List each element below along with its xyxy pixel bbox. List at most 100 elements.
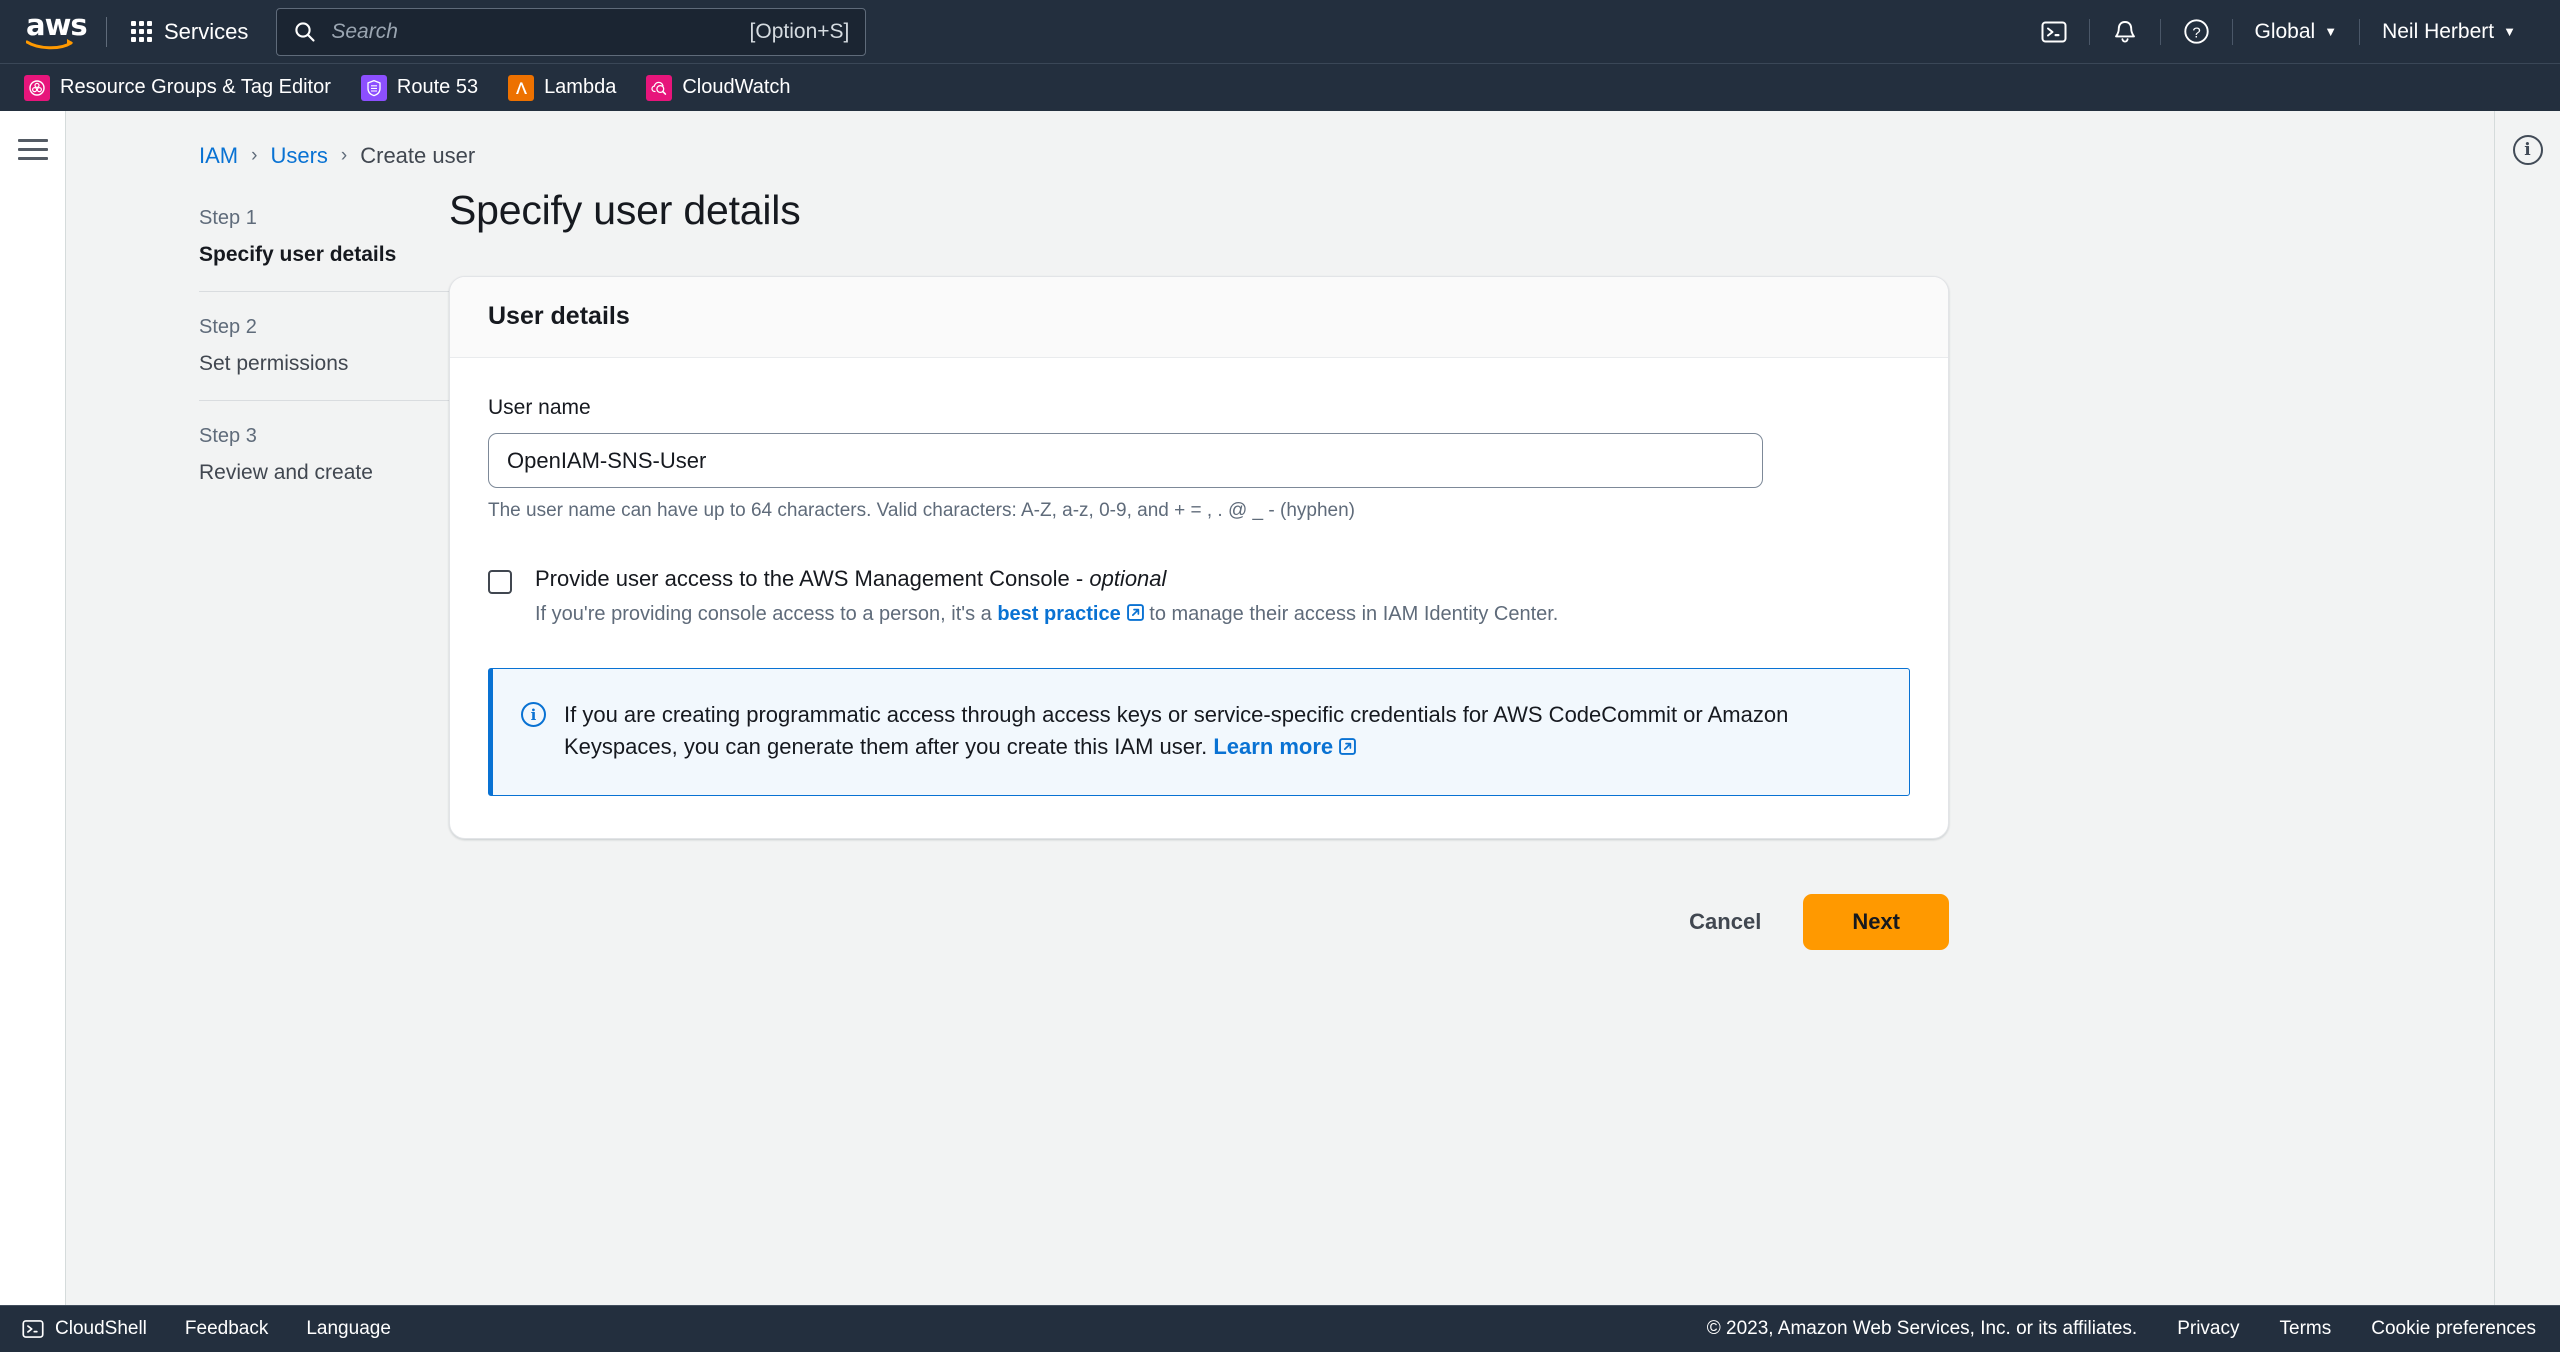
shortcut-resource-groups[interactable]: Resource Groups & Tag Editor	[22, 72, 333, 104]
wizard-actions: Cancel Next	[449, 893, 1949, 990]
learn-more-link[interactable]: Learn more	[1213, 734, 1333, 759]
nav-divider	[106, 16, 107, 47]
lambda-icon	[508, 74, 535, 101]
step-title: Set permissions	[199, 352, 349, 375]
console-access-description: If you're providing console access to a …	[535, 603, 1558, 626]
chevron-down-icon: ▼	[2324, 24, 2338, 39]
card-body: User name The user name can have up to 6…	[450, 358, 1948, 838]
info-circle-icon[interactable]: i	[2512, 135, 2543, 165]
search-icon	[295, 21, 315, 42]
shortcut-lambda[interactable]: Lambda	[506, 72, 618, 104]
step-number: Step 1	[199, 207, 257, 229]
alert-text: If you are creating programmatic access …	[564, 699, 1879, 763]
step-number: Step 3	[199, 425, 257, 447]
console-access-texts: Provide user access to the AWS Managemen…	[535, 566, 1558, 626]
wizard-step-2[interactable]: Step 2 Set permissions	[199, 291, 449, 400]
info-panel-toggle-rail: i	[2494, 111, 2560, 1305]
step-title: Review and create	[199, 461, 373, 484]
footer-language-link[interactable]: Language	[306, 1318, 391, 1340]
notifications-button[interactable]	[2090, 12, 2160, 52]
account-menu[interactable]: Neil Herbert ▼	[2360, 12, 2538, 52]
console-access-label-main: Provide user access to the AWS Managemen…	[535, 566, 1090, 591]
cancel-button[interactable]: Cancel	[1663, 895, 1787, 949]
search-input[interactable]	[329, 18, 750, 45]
footer-cookie-preferences-link[interactable]: Cookie preferences	[2371, 1318, 2536, 1340]
shortcut-cloudwatch[interactable]: CloudWatch	[644, 72, 792, 104]
svg-text:?: ?	[2192, 24, 2200, 41]
breadcrumb-item-create-user: Create user	[360, 143, 476, 168]
footer-left-group: CloudShell Feedback Language	[22, 1318, 391, 1340]
description-prefix: If you're providing console access to a …	[535, 603, 998, 625]
card-header-title: User details	[488, 302, 630, 330]
cloudshell-button[interactable]	[2019, 12, 2089, 52]
route53-icon	[360, 74, 387, 101]
page-body: i IAM › Users › Create user Step 1 Speci…	[0, 111, 2560, 1305]
footer-privacy-link[interactable]: Privacy	[2177, 1318, 2239, 1340]
grid-icon	[131, 21, 152, 42]
hamburger-menu-icon[interactable]	[17, 139, 48, 166]
footer-right-group: © 2023, Amazon Web Services, Inc. or its…	[1707, 1318, 2536, 1340]
bell-icon	[2114, 20, 2135, 43]
console-access-optional-tag: optional	[1089, 566, 1167, 591]
wizard-step-3[interactable]: Step 3 Review and create	[199, 400, 449, 509]
console-access-label: Provide user access to the AWS Managemen…	[535, 566, 1558, 592]
region-selector[interactable]: Global ▼	[2233, 12, 2360, 52]
console-access-checkbox[interactable]	[488, 570, 512, 594]
footer-terms-link[interactable]: Terms	[2280, 1318, 2332, 1340]
next-button[interactable]: Next	[1803, 893, 1949, 950]
chevron-right-icon: ›	[340, 145, 348, 166]
breadcrumb-item-users[interactable]: Users	[270, 143, 327, 169]
step-number: Step 2	[199, 316, 257, 338]
page-title: Specify user details	[449, 187, 801, 233]
breadcrumb-item-iam[interactable]: IAM	[199, 143, 238, 169]
shortcut-label: CloudWatch	[682, 76, 791, 98]
external-link-icon	[1126, 604, 1144, 621]
wizard-step-1[interactable]: Step 1 Specify user details	[199, 207, 449, 291]
service-shortcut-bar: Resource Groups & Tag Editor Route 53 La…	[0, 63, 2560, 111]
aws-logo[interactable]: aws	[26, 7, 88, 52]
global-search-box[interactable]: [Option+S]	[276, 7, 867, 56]
account-label: Neil Herbert	[2382, 19, 2495, 43]
wizard-columns: Step 1 Specify user details Step 2 Set p…	[66, 169, 2490, 1305]
footer-cloudshell-label: CloudShell	[55, 1318, 147, 1339]
footer-feedback-link[interactable]: Feedback	[185, 1318, 268, 1340]
aws-wordmark: aws	[26, 7, 88, 42]
username-label: User name	[488, 396, 591, 419]
main-content-area: i IAM › Users › Create user Step 1 Speci…	[66, 111, 2560, 1305]
external-link-icon	[1339, 737, 1357, 755]
shortcut-label: Route 53	[396, 76, 479, 98]
username-helper-text: The user name can have up to 64 characte…	[488, 500, 1355, 521]
cloudwatch-icon	[646, 74, 673, 101]
wizard-main-column: Specify user details User details User n…	[449, 169, 1949, 1305]
step-title: Specify user details	[199, 243, 397, 266]
region-label: Global	[2254, 19, 2316, 43]
best-practice-link[interactable]: best practice	[997, 603, 1120, 625]
footer-cloudshell-button[interactable]: CloudShell	[22, 1318, 147, 1340]
services-menu-button[interactable]: Services	[125, 13, 254, 51]
programmatic-access-info-alert: i If you are creating programmatic acces…	[488, 668, 1910, 796]
shortcut-label: Lambda	[544, 76, 617, 98]
resource-groups-icon	[24, 74, 50, 101]
services-label: Services	[164, 18, 249, 44]
wizard-step-navigation: Step 1 Specify user details Step 2 Set p…	[199, 169, 449, 1305]
username-input[interactable]	[488, 433, 1763, 488]
description-suffix: to manage their access in IAM Identity C…	[1143, 603, 1559, 625]
search-shortcut-hint: [Option+S]	[749, 19, 850, 43]
info-circle-icon: i	[521, 702, 546, 727]
cloudshell-icon	[22, 1320, 44, 1338]
help-button[interactable]: ?	[2161, 12, 2232, 52]
top-nav-right-group: ? Global ▼ Neil Herbert ▼	[2019, 0, 2539, 63]
console-access-option: Provide user access to the AWS Managemen…	[488, 566, 1910, 626]
chevron-down-icon: ▼	[2503, 24, 2516, 39]
shortcut-route-53[interactable]: Route 53	[359, 72, 480, 104]
user-details-card: User details User name The user name can…	[449, 276, 1949, 839]
footer-bar: CloudShell Feedback Language © 2023, Ama…	[0, 1305, 2560, 1352]
content-inner: IAM › Users › Create user Step 1 Specify…	[66, 111, 2560, 1305]
shortcut-label: Resource Groups & Tag Editor	[60, 76, 331, 98]
alert-body: If you are creating programmatic access …	[564, 702, 1789, 759]
top-navigation-bar: aws Services [Option+S]	[0, 0, 2560, 63]
cloudshell-icon	[2041, 21, 2066, 42]
footer-copyright: © 2023, Amazon Web Services, Inc. or its…	[1706, 1318, 2138, 1339]
question-circle-icon: ?	[2183, 19, 2209, 44]
left-rail	[0, 111, 66, 1305]
